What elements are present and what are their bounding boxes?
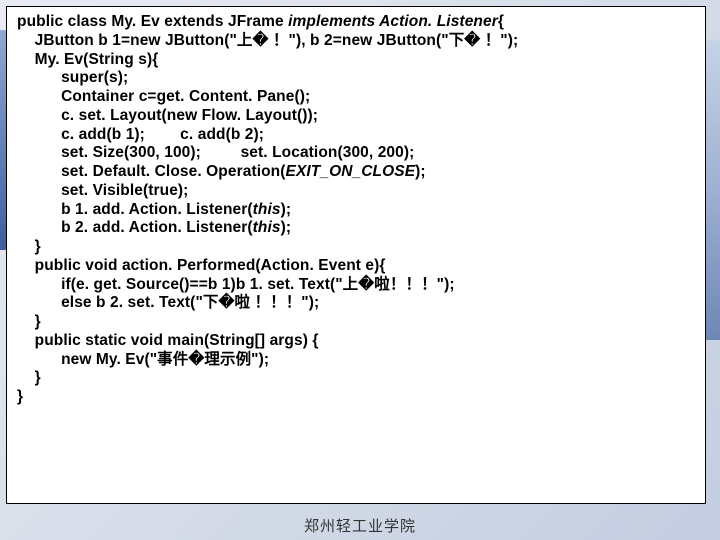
code-line-21: } xyxy=(17,388,23,405)
code-line-9c: ); xyxy=(415,163,426,180)
code-line-9a: set. Default. Close. Operation( xyxy=(17,163,286,180)
code-line-20: } xyxy=(17,369,41,386)
code-block: public class My. Ev extends JFrame imple… xyxy=(17,13,695,407)
code-box: public class My. Ev extends JFrame imple… xyxy=(6,6,706,504)
code-line-11a: b 1. add. Action. Listener( xyxy=(17,201,253,218)
code-line-6: c. set. Layout(new Flow. Layout()); xyxy=(17,107,318,124)
code-line-1b: implements Action. Listener xyxy=(288,13,498,30)
code-line-12c: ); xyxy=(281,219,292,236)
code-line-19: new My. Ev("事件�理示例"); xyxy=(17,351,269,368)
code-line-10: set. Visible(true); xyxy=(17,182,188,199)
code-line-1c: { xyxy=(498,13,504,30)
code-line-1a: public class My. Ev extends JFrame xyxy=(17,13,288,30)
slide-stage: public class My. Ev extends JFrame imple… xyxy=(0,0,720,540)
code-line-12b: this xyxy=(253,219,281,236)
code-line-5: Container c=get. Content. Pane(); xyxy=(17,88,310,105)
code-line-12a: b 2. add. Action. Listener( xyxy=(17,219,253,236)
code-line-11b: this xyxy=(253,201,281,218)
code-line-18: public static void main(String[] args) { xyxy=(17,332,319,349)
code-line-16: else b 2. set. Text("下�啦 ！！！"); xyxy=(17,294,319,311)
code-line-8: set. Size(300, 100); set. Location(300, … xyxy=(17,144,414,161)
code-line-17: } xyxy=(17,313,41,330)
code-line-3: My. Ev(String s){ xyxy=(17,51,158,68)
code-line-15: if(e. get. Source()==b 1)b 1. set. Text(… xyxy=(17,276,455,293)
footer-text: 郑州轻工业学院 xyxy=(0,515,720,536)
code-line-11c: ); xyxy=(281,201,292,218)
code-line-4: super(s); xyxy=(17,69,128,86)
code-line-2: JButton b 1=new JButton("上� ！"), b 2=new… xyxy=(17,32,518,49)
code-line-7: c. add(b 1); c. add(b 2); xyxy=(17,126,264,143)
code-line-14: public void action. Performed(Action. Ev… xyxy=(17,257,386,274)
code-line-9b: EXIT_ON_CLOSE xyxy=(286,163,416,180)
code-line-13: } xyxy=(17,238,41,255)
